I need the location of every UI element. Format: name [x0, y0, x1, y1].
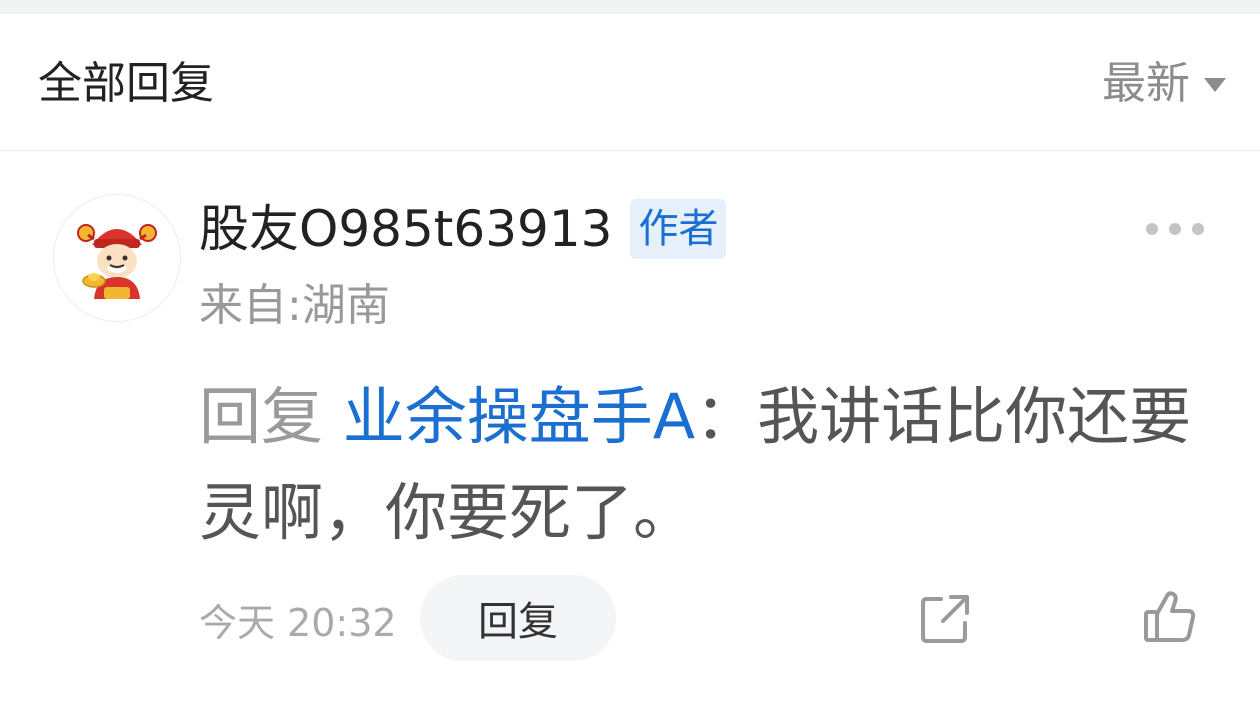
- avatar[interactable]: [53, 194, 181, 322]
- more-dot: [1146, 223, 1158, 235]
- more-dot: [1169, 223, 1181, 235]
- username-row: 股友O985t63913 作者: [199, 199, 727, 259]
- username[interactable]: 股友O985t63913: [199, 199, 612, 259]
- like-icon[interactable]: [1141, 588, 1199, 646]
- comment-content: 回复 业余操盘手A：我讲话比你还要灵啊，你要死了。: [199, 369, 1199, 561]
- reply-target-link[interactable]: 业余操盘手A: [343, 380, 695, 453]
- share-icon[interactable]: [917, 591, 973, 647]
- sort-dropdown[interactable]: 最新: [1102, 60, 1226, 108]
- location: 来自:湖南: [199, 280, 390, 331]
- reply-button[interactable]: 回复: [420, 575, 616, 661]
- replies-header: 全部回复 最新: [0, 14, 1260, 151]
- more-icon[interactable]: [1146, 222, 1204, 236]
- author-badge: 作者: [630, 199, 727, 259]
- reply-separator: ：: [695, 380, 758, 453]
- caret-down-icon[interactable]: [1204, 78, 1226, 92]
- sort-label[interactable]: 最新: [1102, 60, 1190, 108]
- comment-item: 股友O985t63913 作者 来自:湖南 回复 业余操盘手A：我讲话比你还要灵…: [0, 151, 1260, 709]
- top-strip: [0, 0, 1260, 14]
- all-replies-title: 全部回复: [38, 58, 214, 109]
- more-dot: [1192, 223, 1204, 235]
- avatar-image: [77, 224, 157, 299]
- reply-prefix: 回复: [199, 380, 343, 453]
- comment-time: 今天 20:32: [199, 601, 397, 645]
